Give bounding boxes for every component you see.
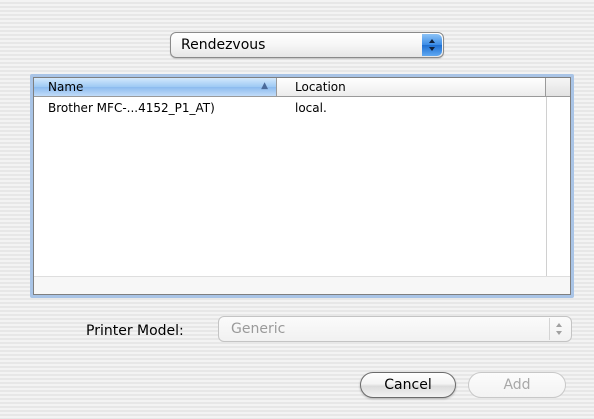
sort-ascending-icon: ▲ [261,81,268,91]
column-header-name[interactable]: Name ▲ [34,78,277,96]
table-row[interactable]: Brother MFC-...4152_P1_AT) local. [34,99,570,117]
list-header: Name ▲ Location [34,78,570,97]
popup-arrows-icon [549,318,568,340]
column-header-name-label: Name [48,80,84,94]
arrow-up-icon [556,323,562,327]
connection-type-popup[interactable]: Rendezvous [170,32,444,58]
add-button[interactable]: Add [468,372,566,398]
arrow-down-icon [556,331,562,335]
connection-type-value: Rendezvous [181,37,266,53]
printer-name-cell: Brother MFC-...4152_P1_AT) [48,101,215,115]
printer-model-popup[interactable]: Generic [218,316,572,342]
cancel-button[interactable]: Cancel [360,372,456,398]
column-header-location-label: Location [295,80,346,94]
printer-location-cell: local. [295,101,327,115]
column-header-location[interactable]: Location [277,78,546,96]
horizontal-scrollbar[interactable] [34,276,570,294]
popup-arrows-icon [422,34,442,56]
arrow-up-icon [429,39,435,43]
printer-list-body: Name ▲ Location Brother MFC-...4152_P1_A… [33,77,571,295]
printer-model-label: Printer Model: [86,323,184,339]
printer-model-value: Generic [231,321,286,337]
arrow-down-icon [429,47,435,51]
vertical-scrollbar[interactable] [546,97,570,294]
printer-list[interactable]: Name ▲ Location Brother MFC-...4152_P1_A… [30,74,574,298]
header-corner [546,78,570,96]
